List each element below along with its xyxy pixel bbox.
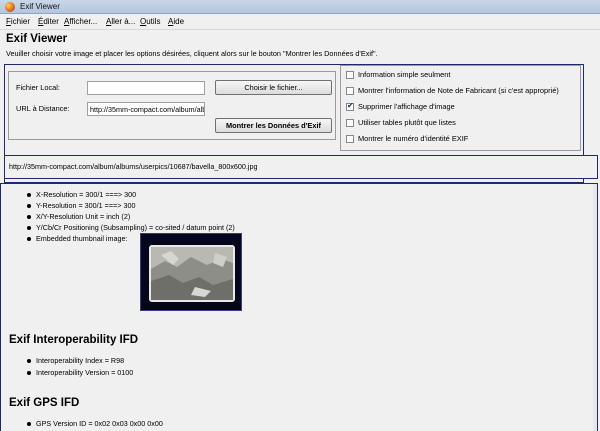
gps-heading: Exif GPS IFD: [9, 397, 80, 409]
firefox-icon: [5, 2, 15, 12]
file-source-group: Fichier Local: Choisir le fichier... URL…: [8, 71, 336, 140]
menu-fichier[interactable]: Fichier: [6, 17, 30, 26]
current-url-panel: http://35mm-compact.com/album/albums/use…: [4, 155, 598, 179]
local-file-input[interactable]: [87, 81, 205, 95]
remote-url-label: URL à Distance:: [16, 104, 70, 113]
embedded-thumbnail-frame: [140, 233, 242, 311]
embedded-thumbnail-image: [149, 245, 235, 302]
list-item: Y-Resolution = 300/1 ===> 300: [27, 201, 135, 210]
show-exif-button[interactable]: Montrer les Données d'Exif: [215, 118, 332, 133]
option-checkbox-simple[interactable]: [346, 71, 354, 79]
option-checkbox-tables[interactable]: [346, 119, 354, 127]
list-item: GPS Version ID = 0x02 0x03 0x00 0x00: [27, 419, 163, 428]
thumbnail-landscape: [151, 247, 233, 300]
main-area: Exif Viewer Veuiller choisir votre image…: [0, 30, 600, 431]
menu-editer[interactable]: Éditer: [38, 17, 59, 26]
page-title: Exif Viewer: [6, 33, 68, 45]
option-label-exif-id: Montrer le numéro d'identité EXIF: [358, 134, 469, 143]
option-label-tables: Utiliser tables plutôt que listes: [358, 118, 456, 127]
list-item: Embedded thumbnail image:: [27, 234, 128, 243]
menu-aller-a[interactable]: Aller à...: [106, 17, 135, 26]
remote-url-input[interactable]: http://35mm-compact.com/album/albums/use…: [87, 102, 205, 116]
option-label-simple: Information simple seulment: [358, 70, 451, 79]
menu-outils[interactable]: Outils: [140, 17, 160, 26]
list-item: X/Y-Resolution Unit = inch (2): [27, 212, 130, 221]
menu-afficher[interactable]: Afficher...: [64, 17, 97, 26]
current-url-text: http://35mm-compact.com/album/albums/use…: [9, 162, 258, 171]
interop-heading: Exif Interoperability IFD: [9, 334, 139, 346]
results-scrollbar[interactable]: [593, 184, 597, 431]
local-file-label: Fichier Local:: [16, 83, 60, 92]
option-checkbox-suppress-image[interactable]: [346, 101, 354, 111]
list-item: Y/Cb/Cr Positioning (Subsampling) = co-s…: [27, 223, 235, 232]
option-label-suppress-image: Supprimer l'affichage d'image: [358, 102, 455, 111]
option-checkbox-exif-id[interactable]: [346, 135, 354, 143]
options-group: Information simple seulment Montrer l'in…: [340, 65, 581, 151]
instructions-text: Veuiller choisir votre image et placer l…: [6, 49, 378, 58]
choose-file-button[interactable]: Choisir le fichier...: [215, 80, 332, 95]
option-checkbox-makernote[interactable]: [346, 87, 354, 95]
list-item: X-Resolution = 300/1 ===> 300: [27, 190, 136, 199]
window-title: Exif Viewer: [20, 2, 60, 11]
list-item: Interoperability Index = R98: [27, 356, 124, 365]
option-label-makernote: Montrer l'information de Note de Fabrica…: [358, 86, 559, 95]
window-titlebar: Exif Viewer: [0, 0, 600, 14]
menu-bar: Fichier Éditer Afficher... Aller à... Ou…: [0, 14, 600, 30]
list-item: Interoperability Version = 0100: [27, 368, 133, 377]
menu-aide[interactable]: Aide: [168, 17, 184, 26]
results-panel[interactable]: X-Resolution = 300/1 ===> 300 Y-Resoluti…: [0, 183, 598, 431]
